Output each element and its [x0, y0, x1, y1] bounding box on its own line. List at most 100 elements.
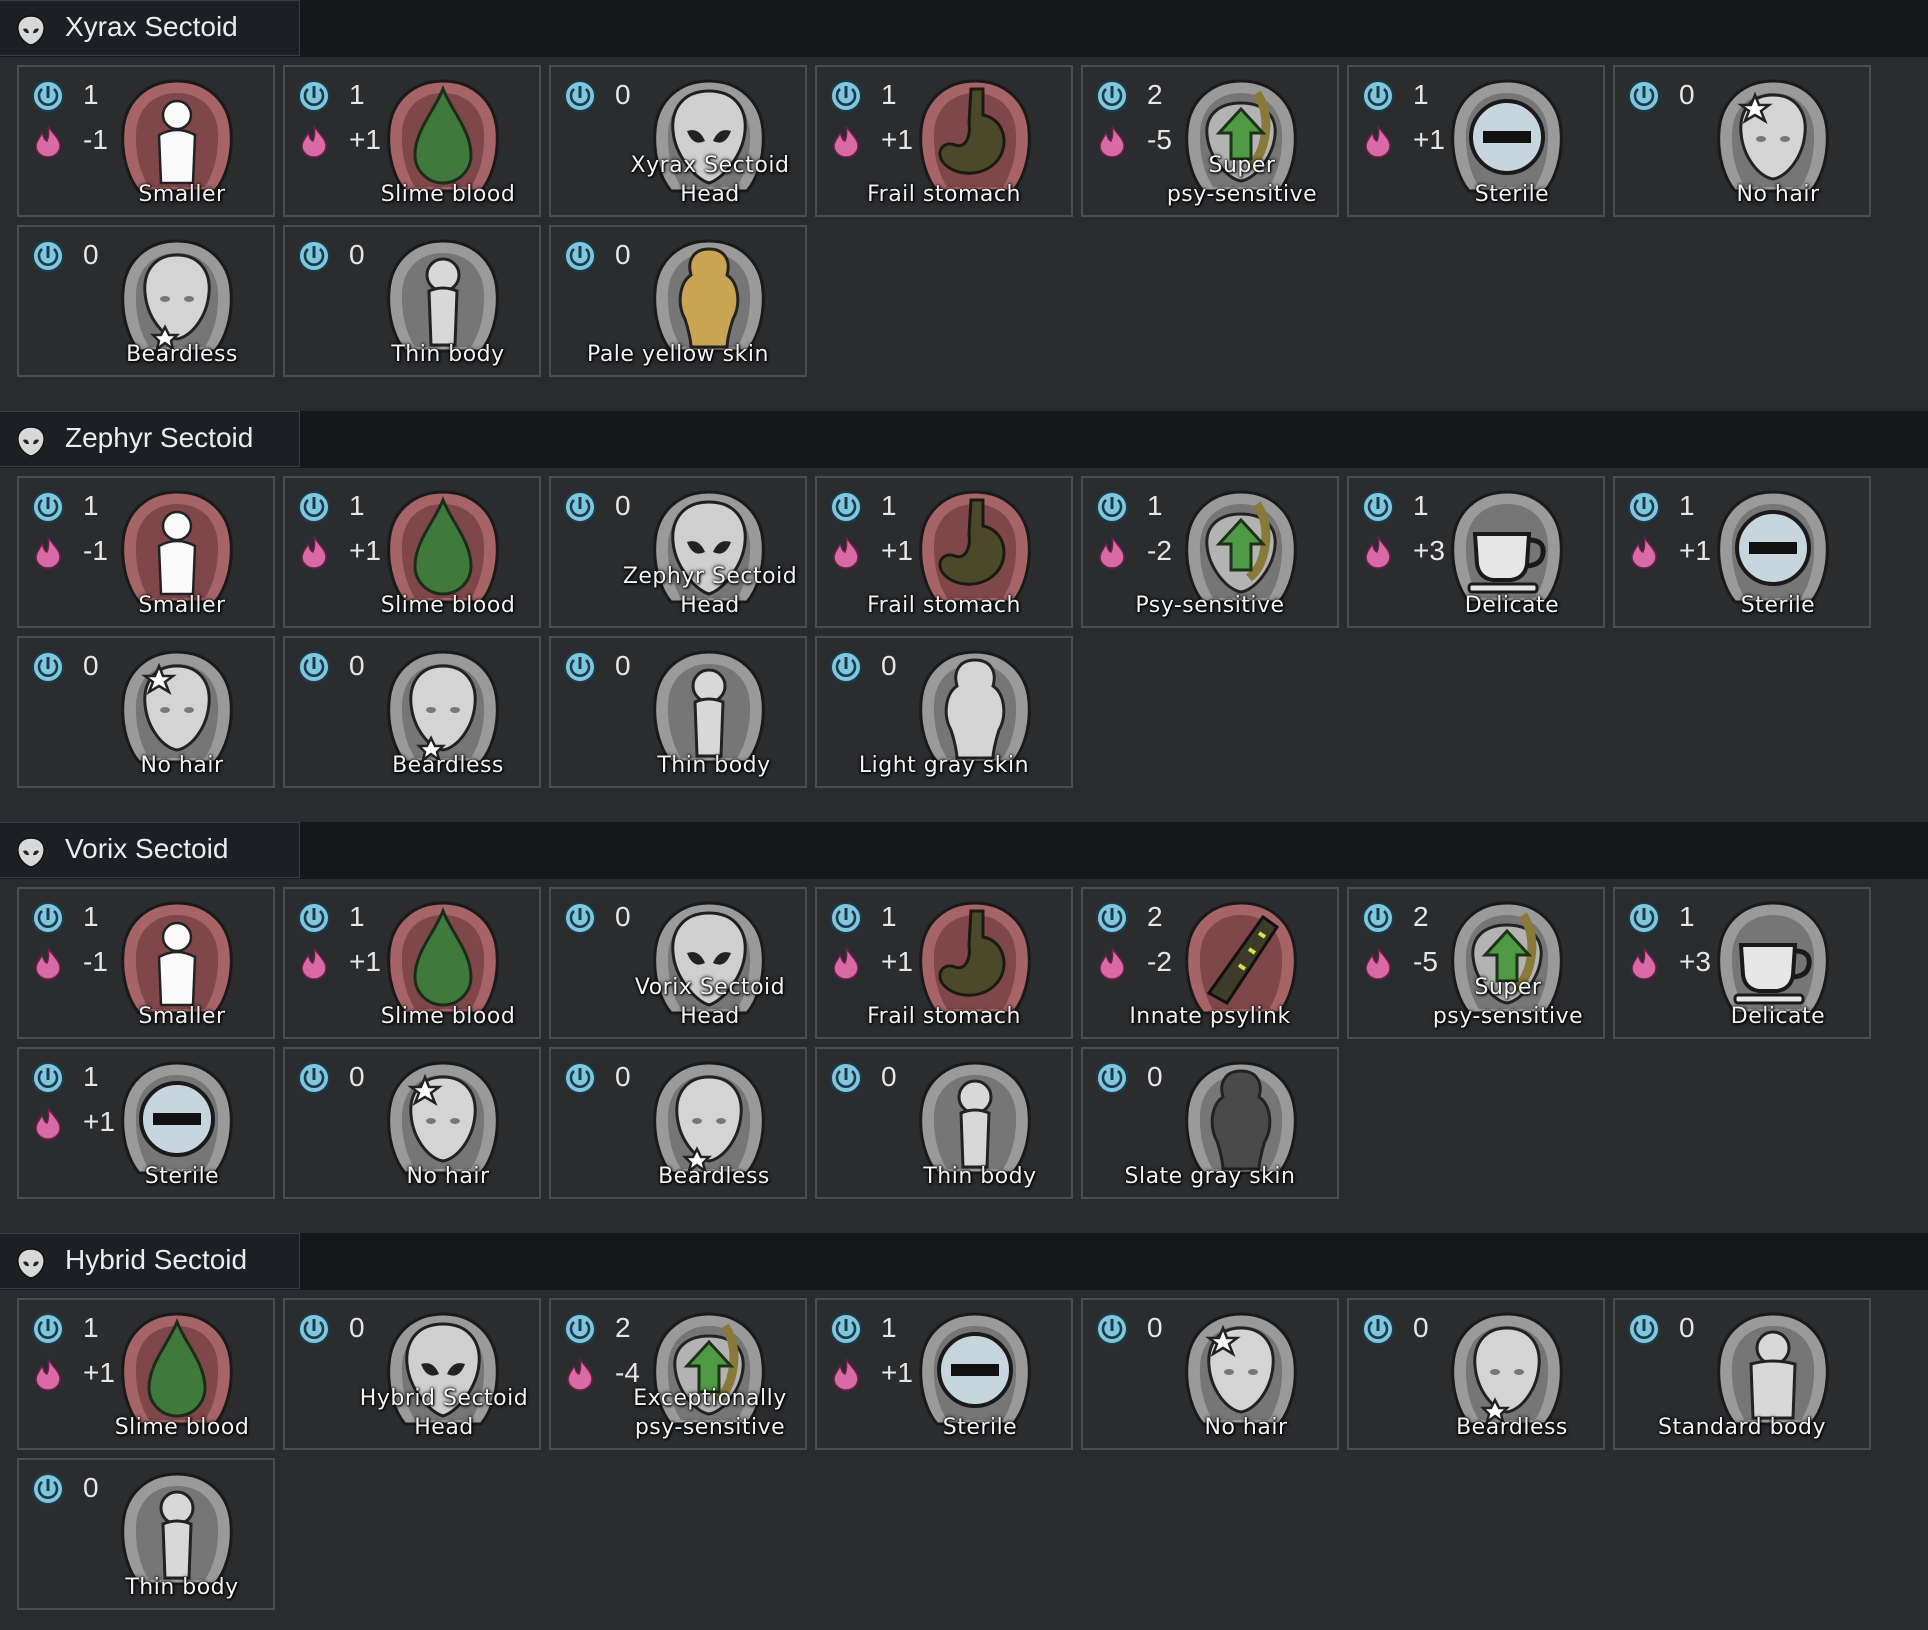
alien-head-icon — [17, 1248, 45, 1279]
gene-card[interactable]: 1 +1 Sterile — [17, 1047, 275, 1199]
complexity-stat: 0 — [27, 1470, 117, 1510]
gene-card[interactable]: 1 +1 Frail stomach — [815, 65, 1073, 217]
gene-card[interactable]: 0 Vorix Sectoid Head — [549, 887, 807, 1039]
complexity-value: 1 — [83, 490, 99, 521]
complexity-stat: 0 — [27, 648, 117, 688]
xenotype-section: Xyrax Sectoid 1 -1 Smaller 1 +1 Slime blood 0 Xy… — [0, 0, 1928, 389]
gene-label: Beardless — [126, 342, 238, 367]
metabolism-value: +1 — [1679, 535, 1711, 566]
alien-head-icon — [17, 426, 45, 457]
complexity-stat: 1 — [293, 899, 383, 939]
gene-label: Vorix Sectoid Head — [634, 975, 786, 1029]
gene-card[interactable]: 0 Thin body — [283, 225, 541, 377]
complexity-stat: 0 — [559, 237, 649, 277]
gene-card[interactable]: 0 No hair — [17, 636, 275, 788]
gene-card[interactable]: 0 No hair — [1613, 65, 1871, 217]
complexity-icon — [830, 80, 862, 112]
gene-card[interactable]: 0 Beardless — [17, 225, 275, 377]
gene-card[interactable]: 0 Light gray skin — [815, 636, 1073, 788]
gene-card[interactable]: 0 No hair — [1081, 1298, 1339, 1450]
gene-card[interactable]: 0 Beardless — [1347, 1298, 1605, 1450]
complexity-value: 1 — [881, 901, 897, 932]
metabolism-value: +1 — [881, 1357, 913, 1388]
gene-label: Zephyr Sectoid Head — [622, 564, 798, 618]
gene-card[interactable]: 1 +1 Sterile — [815, 1298, 1073, 1450]
complexity-icon — [564, 491, 596, 523]
metabolism-icon — [1365, 947, 1391, 980]
gene-card[interactable]: 1 +1 Sterile — [1613, 476, 1871, 628]
metabolism-icon — [301, 125, 327, 158]
gene-card[interactable]: 0 No hair — [283, 1047, 541, 1199]
gene-card[interactable]: 2 -5 Super psy-sensitive — [1081, 65, 1339, 217]
xenotype-tab[interactable]: Vorix Sectoid — [0, 822, 300, 878]
complexity-stat: 1 — [27, 899, 117, 939]
gene-card[interactable]: 0 Thin body — [549, 636, 807, 788]
complexity-value: 0 — [881, 650, 897, 681]
alien-head-icon — [17, 15, 45, 46]
complexity-stat: 1 — [825, 1310, 915, 1350]
complexity-value: 1 — [349, 79, 365, 110]
gene-card[interactable]: 1 +1 Slime blood — [283, 65, 541, 217]
gene-label: No hair — [1204, 1415, 1288, 1440]
gene-card[interactable]: 0 Beardless — [549, 1047, 807, 1199]
complexity-icon — [32, 1313, 64, 1345]
gene-card[interactable]: 1 +3 Delicate — [1613, 887, 1871, 1039]
gene-card[interactable]: 0 Slate gray skin — [1081, 1047, 1339, 1199]
alien-head-icon — [17, 837, 45, 868]
gene-card[interactable]: 0 Pale yellow skin — [549, 225, 807, 377]
metabolism-value: -1 — [83, 946, 108, 977]
metabolism-value: +1 — [881, 946, 913, 977]
gene-card[interactable]: 1 +1 Slime blood — [283, 476, 541, 628]
gene-card[interactable]: 1 +1 Sterile — [1347, 65, 1605, 217]
metabolism-stat: -1 — [27, 122, 117, 162]
complexity-icon — [1362, 1313, 1394, 1345]
complexity-icon — [564, 240, 596, 272]
gene-card[interactable]: 1 +3 Delicate — [1347, 476, 1605, 628]
complexity-value: 1 — [1679, 490, 1695, 521]
xenotype-section: Zephyr Sectoid 1 -1 Smaller 1 +1 Slime blood 0 Z… — [0, 411, 1928, 800]
metabolism-icon — [1365, 536, 1391, 569]
gene-card[interactable]: 1 +1 Slime blood — [283, 887, 541, 1039]
gene-card[interactable]: 1 +1 Frail stomach — [815, 887, 1073, 1039]
gene-card[interactable]: 1 -1 Smaller — [17, 65, 275, 217]
metabolism-value: +1 — [83, 1106, 115, 1137]
section-header: Hybrid Sectoid — [0, 1233, 1928, 1290]
gene-card[interactable]: 1 -1 Smaller — [17, 887, 275, 1039]
metabolism-icon — [567, 1358, 593, 1391]
complexity-stat: 0 — [1091, 1310, 1181, 1350]
gene-card[interactable]: 2 -2 Innate psylink — [1081, 887, 1339, 1039]
complexity-stat: 1 — [1091, 488, 1181, 528]
complexity-icon — [298, 902, 330, 934]
complexity-icon — [32, 491, 64, 523]
metabolism-stat: -1 — [27, 944, 117, 984]
gene-card[interactable]: 1 -1 Smaller — [17, 476, 275, 628]
complexity-stat: 0 — [293, 1059, 383, 1099]
complexity-icon — [32, 240, 64, 272]
complexity-value: 0 — [615, 79, 631, 110]
gene-card[interactable]: 1 +1 Slime blood — [17, 1298, 275, 1450]
gene-card[interactable]: 0 Zephyr Sectoid Head — [549, 476, 807, 628]
gene-card[interactable]: 0 Thin body — [815, 1047, 1073, 1199]
gene-card[interactable]: 2 -5 Super psy-sensitive — [1347, 887, 1605, 1039]
gene-grid: 1 -1 Smaller 1 +1 Slime blood 0 Xyrax Sectoid H… — [0, 57, 1928, 389]
complexity-icon — [1096, 80, 1128, 112]
gene-card[interactable]: 1 +1 Frail stomach — [815, 476, 1073, 628]
gene-card[interactable]: 1 -2 Psy-sensitive — [1081, 476, 1339, 628]
gene-card[interactable]: 2 -4 Exceptionally psy-sensitive — [549, 1298, 807, 1450]
xenotype-tab[interactable]: Xyrax Sectoid — [0, 0, 300, 56]
gene-card[interactable]: 0 Hybrid Sectoid Head — [283, 1298, 541, 1450]
xenotype-tab[interactable]: Zephyr Sectoid — [0, 411, 300, 467]
complexity-icon — [1362, 902, 1394, 934]
gene-card[interactable]: 0 Beardless — [283, 636, 541, 788]
metabolism-icon — [1099, 947, 1125, 980]
gene-card[interactable]: 0 Xyrax Sectoid Head — [549, 65, 807, 217]
metabolism-icon — [301, 536, 327, 569]
complexity-value: 0 — [349, 239, 365, 270]
xenotype-tab[interactable]: Hybrid Sectoid — [0, 1233, 300, 1289]
complexity-value: 0 — [1147, 1312, 1163, 1343]
gene-label: Delicate — [1730, 1004, 1826, 1029]
metabolism-stat: -1 — [27, 533, 117, 573]
gene-card[interactable]: 0 Thin body — [17, 1458, 275, 1610]
gene-card[interactable]: 0 Standard body — [1613, 1298, 1871, 1450]
metabolism-stat: +1 — [293, 533, 383, 573]
